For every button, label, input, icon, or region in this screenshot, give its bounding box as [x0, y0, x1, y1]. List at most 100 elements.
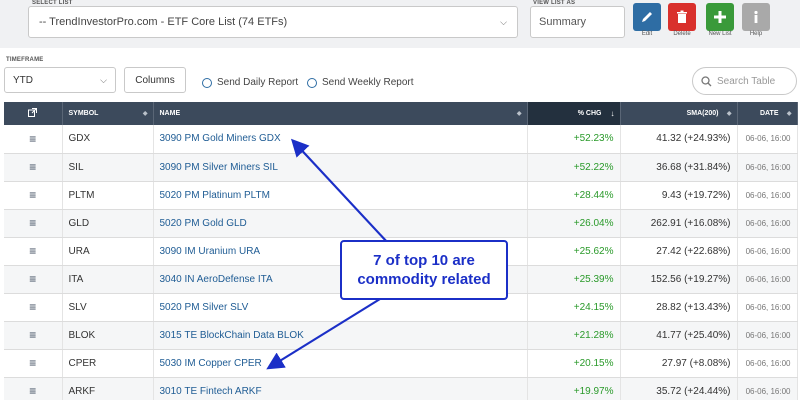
radio-circle-icon	[307, 77, 317, 88]
row-menu-icon[interactable]: ≡	[4, 125, 63, 154]
view-list-as-input[interactable]: Summary	[530, 6, 625, 38]
pct-chg-cell: +25.62%	[527, 237, 621, 266]
timeframe-label: TIMEFRAME	[6, 57, 44, 63]
table-row[interactable]: ≡ GDX 3090 PM Gold Miners GDX +52.23% 41.32 …	[4, 125, 798, 154]
pct-chg-cell: +19.97%	[527, 377, 621, 400]
top-bar: SELECT LIST -- TrendInvestorPro.com - ET…	[0, 0, 800, 48]
pct-chg-cell: +26.04%	[527, 209, 621, 238]
date-cell: 06-06, 16:00	[737, 181, 798, 210]
row-menu-icon[interactable]: ≡	[4, 209, 63, 238]
date-cell: 06-06, 16:00	[737, 293, 798, 322]
row-menu-icon[interactable]: ≡	[4, 293, 63, 322]
search-placeholder: Search Table	[717, 75, 776, 87]
name-link[interactable]: 3090 PM Silver Miners SIL	[153, 153, 528, 182]
name-link[interactable]: 3015 TE BlockChain Data BLOK	[153, 321, 528, 350]
annotation-line-1: 7 of top 10 are	[373, 252, 475, 269]
search-table-input[interactable]: Search Table	[692, 67, 797, 95]
symbol-header[interactable]: SYMBOL ◆	[62, 102, 154, 125]
name-link[interactable]: 3090 PM Gold Miners GDX	[153, 125, 528, 154]
sma-cell: 41.32 (+24.93%)	[620, 125, 738, 154]
table-row[interactable]: ≡ GLD 5020 PM Gold GLD +26.04% 262.91 (+16.0…	[4, 209, 798, 238]
pct-chg-cell: +52.23%	[527, 125, 621, 154]
name-link[interactable]: 5020 PM Gold GLD	[153, 209, 528, 238]
sma-cell: 28.82 (+13.43%)	[620, 293, 738, 322]
help-button[interactable]	[742, 3, 770, 31]
sma-cell: 41.77 (+25.40%)	[620, 321, 738, 350]
date-cell: 06-06, 16:00	[737, 125, 798, 154]
chevron-down-icon: ⌵	[100, 74, 107, 85]
date-cell: 06-06, 16:00	[737, 377, 798, 400]
pct-chg-cell: +21.28%	[527, 321, 621, 350]
name-link[interactable]: 3010 TE Fintech ARKF	[153, 377, 528, 400]
row-menu-icon[interactable]: ≡	[4, 321, 63, 350]
edit-button[interactable]	[633, 3, 661, 31]
annotation-callout: 7 of top 10 are commodity related	[340, 240, 508, 300]
date-header[interactable]: DATE ◆	[737, 102, 798, 125]
send-daily-report-label: Send Daily Report	[217, 77, 299, 88]
sort-icon: ◆	[786, 111, 792, 117]
name-link[interactable]: 5030 IM Copper CPER	[153, 349, 528, 378]
sort-icon: ◆	[142, 111, 148, 117]
new-list-label: New List	[708, 31, 732, 37]
row-menu-icon[interactable]: ≡	[4, 265, 63, 294]
timeframe-select[interactable]: YTD ⌵	[4, 67, 116, 93]
pct-chg-cell: +28.44%	[527, 181, 621, 210]
symbol-cell: GDX	[62, 125, 154, 154]
symbol-cell: BLOK	[62, 321, 154, 350]
select-list-dropdown[interactable]: -- TrendInvestorPro.com - ETF Core List …	[28, 6, 518, 38]
info-icon	[754, 10, 758, 23]
date-header-label: DATE	[759, 110, 779, 117]
name-header[interactable]: NAME ◆	[153, 102, 528, 125]
name-link[interactable]: 5020 PM Platinum PLTM	[153, 181, 528, 210]
table-row[interactable]: ≡ CPER 5030 IM Copper CPER +20.15% 27.97 (+8…	[4, 349, 798, 378]
pencil-icon	[642, 12, 652, 22]
sma-cell: 152.56 (+19.27%)	[620, 265, 738, 294]
external-link-icon	[28, 108, 38, 117]
plus-icon	[714, 11, 726, 23]
sma-cell: 27.97 (+8.08%)	[620, 349, 738, 378]
open-chart-header[interactable]	[4, 102, 63, 125]
edit-label: Edit	[641, 31, 653, 37]
symbol-cell: ARKF	[62, 377, 154, 400]
pct-chg-header[interactable]: % CHG ↓	[527, 102, 621, 125]
send-weekly-report-radio[interactable]: Send Weekly Report	[307, 77, 414, 88]
symbol-cell: PLTM	[62, 181, 154, 210]
help-label: Help	[749, 31, 763, 37]
row-menu-icon[interactable]: ≡	[4, 377, 63, 400]
date-cell: 06-06, 16:00	[737, 321, 798, 350]
columns-button[interactable]: Columns	[124, 67, 186, 93]
symbol-cell: CPER	[62, 349, 154, 378]
table-header-row: SYMBOL ◆ NAME ◆ % CHG ↓ SMA(200) ◆ DATE ◆	[4, 102, 798, 125]
delete-button[interactable]	[668, 3, 696, 31]
pct-chg-cell: +20.15%	[527, 349, 621, 378]
table-row[interactable]: ≡ PLTM 5020 PM Platinum PLTM +28.44% 9.43 (+…	[4, 181, 798, 210]
sma-cell: 36.68 (+31.84%)	[620, 153, 738, 182]
row-menu-icon[interactable]: ≡	[4, 237, 63, 266]
pct-chg-cell: +24.15%	[527, 293, 621, 322]
table-row[interactable]: ≡ ARKF 3010 TE Fintech ARKF +19.97% 35.72 (+…	[4, 377, 798, 400]
trash-icon	[677, 10, 687, 23]
sma-cell: 9.43 (+19.72%)	[620, 181, 738, 210]
sma-cell: 27.42 (+22.68%)	[620, 237, 738, 266]
row-menu-icon[interactable]: ≡	[4, 153, 63, 182]
send-weekly-report-label: Send Weekly Report	[322, 77, 414, 88]
table-row[interactable]: ≡ BLOK 3015 TE BlockChain Data BLOK +21.28%…	[4, 321, 798, 350]
sma-header-label: SMA(200)	[686, 110, 719, 117]
row-menu-icon[interactable]: ≡	[4, 181, 63, 210]
symbol-header-label: SYMBOL	[68, 110, 99, 117]
symbol-cell: URA	[62, 237, 154, 266]
sma-header[interactable]: SMA(200) ◆	[620, 102, 738, 125]
timeframe-value: YTD	[13, 74, 33, 86]
sort-icon: ◆	[726, 111, 732, 117]
pct-chg-cell: +25.39%	[527, 265, 621, 294]
table-row[interactable]: ≡ SIL 3090 PM Silver Miners SIL +52.22% 36.6…	[4, 153, 798, 182]
sma-cell: 35.72 (+24.44%)	[620, 377, 738, 400]
sort-icon: ◆	[516, 111, 522, 117]
name-header-label: NAME	[159, 110, 181, 117]
send-daily-report-radio[interactable]: Send Daily Report	[202, 77, 298, 88]
row-menu-icon[interactable]: ≡	[4, 349, 63, 378]
date-cell: 06-06, 16:00	[737, 349, 798, 378]
new-list-button[interactable]	[706, 3, 734, 31]
annotation-line-2: commodity related	[357, 271, 491, 288]
symbol-cell: ITA	[62, 265, 154, 294]
